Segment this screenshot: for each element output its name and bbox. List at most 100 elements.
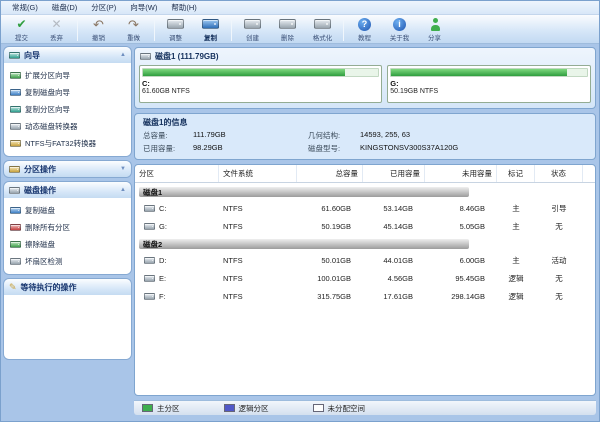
cell-free: 298.14GB [425, 292, 497, 301]
col-free[interactable]: 未用容量 [425, 165, 497, 182]
group-label: 磁盘1 [143, 187, 162, 198]
menu-wizard[interactable]: 向导(W) [123, 1, 164, 14]
cell-status: 活动 [535, 255, 583, 266]
discard-button[interactable]: ✕ 丢弃 [39, 17, 74, 43]
disk1-group-row[interactable]: 磁盘1 [135, 183, 595, 199]
drive-icon [144, 275, 155, 282]
drive-icon [10, 123, 21, 130]
table-row-g[interactable]: G: NTFS 50.19GB 45.14GB 5.05GB 主 无 [135, 217, 595, 235]
cell-used: 45.14GB [363, 222, 425, 231]
usage-bar [142, 68, 379, 77]
sidebar-item-copy-disk[interactable]: 复制磁盘 [7, 202, 128, 219]
redo-button[interactable]: ↷ 重做 [116, 17, 151, 43]
geometry-label: 几何结构: [308, 130, 360, 141]
col-used[interactable]: 已用容量 [363, 165, 425, 182]
col-total[interactable]: 总容量 [297, 165, 363, 182]
legend-label: 未分配空间 [328, 403, 366, 414]
delete-button[interactable]: 删除 [270, 17, 305, 43]
cell-status: 引导 [535, 203, 583, 214]
cell-fs: NTFS [219, 204, 297, 213]
menu-disk[interactable]: 磁盘(D) [45, 1, 84, 14]
table-row-e[interactable]: E: NTFS 100.01GB 4.56GB 95.45GB 逻辑 无 [135, 269, 595, 287]
copy-button[interactable]: 复制 [193, 17, 228, 43]
col-flag[interactable]: 标记 [497, 165, 535, 182]
drive-icon [314, 17, 331, 31]
sidebar-item-dynamic-disk-converter[interactable]: 动态磁盘转换器 [7, 118, 128, 135]
table-row-c[interactable]: C: NTFS 61.60GB 53.14GB 8.46GB 主 引导 [135, 199, 595, 217]
about-icon: i [393, 17, 406, 31]
menu-help[interactable]: 帮助(H) [164, 1, 203, 14]
cell-partition: G: [159, 222, 167, 231]
partition-block-g[interactable]: G: 50.19GB NTFS [387, 65, 591, 103]
chevron-up-icon[interactable]: ▲ [120, 187, 126, 193]
sidebar-item-label: 删除所有分区 [25, 222, 70, 233]
chevron-up-icon[interactable]: ▲ [120, 52, 126, 58]
about-button[interactable]: i 关于我 [382, 17, 417, 43]
sidebar-item-extend-partition-wizard[interactable]: 扩展分区向导 [7, 67, 128, 84]
app-window: 常规(G) 磁盘(D) 分区(P) 向导(W) 帮助(H) ✔ 提交 ✕ 丢弃 … [0, 0, 600, 422]
undo-label: 撤销 [92, 32, 105, 42]
menu-bar: 常规(G) 磁盘(D) 分区(P) 向导(W) 帮助(H) [1, 1, 599, 15]
discard-icon: ✕ [51, 17, 61, 31]
format-button[interactable]: 格式化 [305, 17, 340, 43]
partition-table: 分区 文件系统 总容量 已用容量 未用容量 标记 状态 磁盘1 C: NTFS … [134, 164, 596, 396]
table-row-f[interactable]: F: NTFS 315.75GB 17.61GB 298.14GB 逻辑 无 [135, 287, 595, 305]
section-partition-ops-header[interactable]: 分区操作 ▼ [4, 161, 131, 177]
drive-icon [10, 140, 21, 147]
section-title: 等待执行的操作 [21, 282, 77, 293]
cell-total: 315.75GB [297, 292, 363, 301]
cell-status: 无 [535, 273, 583, 284]
total-capacity-label: 总容量: [143, 130, 193, 141]
disk2-group-row[interactable]: 磁盘2 [135, 235, 595, 251]
drive-icon [144, 205, 155, 212]
menu-general[interactable]: 常规(G) [5, 1, 45, 14]
table-row-d[interactable]: D: NTFS 50.01GB 44.01GB 6.00GB 主 活动 [135, 251, 595, 269]
partition-letter: G: [390, 79, 588, 88]
drive-icon [10, 258, 21, 265]
undo-button[interactable]: ↶ 撤销 [81, 17, 116, 43]
disk1-header[interactable]: 磁盘1 (111.79GB) [139, 50, 591, 65]
cell-flag: 主 [497, 255, 535, 266]
resize-button[interactable]: 调整 [158, 17, 193, 43]
section-disk-ops-header[interactable]: 磁盘操作 ▲ [4, 182, 131, 198]
sidebar-item-copy-disk-wizard[interactable]: 复制磁盘向导 [7, 84, 128, 101]
sidebar-item-label: 擦除磁盘 [25, 239, 55, 250]
share-button[interactable]: 分享 [417, 17, 452, 43]
sidebar-item-ntfs-fat32-converter[interactable]: NTFS与FAT32转换器 [7, 135, 128, 152]
cell-status: 无 [535, 221, 583, 232]
sidebar-item-copy-partition-wizard[interactable]: 复制分区向导 [7, 101, 128, 118]
disk1-title: 磁盘1 (111.79GB) [155, 51, 219, 62]
table-header-row: 分区 文件系统 总容量 已用容量 未用容量 标记 状态 [135, 165, 595, 183]
sidebar-item-label: 复制磁盘 [25, 205, 55, 216]
col-filesystem[interactable]: 文件系统 [219, 165, 297, 182]
sidebar-item-delete-all-partitions[interactable]: 删除所有分区 [7, 219, 128, 236]
sidebar-item-bad-sector-test[interactable]: 坏扇区检测 [7, 253, 128, 270]
drive-blue-icon [202, 17, 219, 31]
create-label: 创建 [246, 32, 259, 42]
section-pending-ops-header[interactable]: ✎ 等待执行的操作 [4, 279, 131, 295]
cell-free: 95.45GB [425, 274, 497, 283]
menu-partition[interactable]: 分区(P) [84, 1, 123, 14]
usage-bar [390, 68, 588, 77]
sidebar-item-label: 坏扇区检测 [25, 256, 63, 267]
help-icon: ? [358, 17, 371, 31]
sidebar-item-wipe-disk[interactable]: 擦除磁盘 [7, 236, 128, 253]
commit-label: 提交 [15, 32, 28, 42]
section-wizards: 向导 ▲ 扩展分区向导 复制磁盘向导 复制分区向导 [4, 47, 131, 156]
section-wizards-header[interactable]: 向导 ▲ [4, 47, 131, 63]
create-button[interactable]: 创建 [235, 17, 270, 43]
sidebar-item-label: 动态磁盘转换器 [25, 121, 78, 132]
commit-button[interactable]: ✔ 提交 [4, 17, 39, 43]
col-partition[interactable]: 分区 [135, 165, 219, 182]
partition-block-c[interactable]: C: 61.60GB NTFS [139, 65, 382, 103]
col-status[interactable]: 状态 [535, 165, 583, 182]
section-title: 向导 [24, 50, 40, 61]
unallocated-swatch [313, 404, 324, 412]
legend-label: 逻辑分区 [239, 403, 269, 414]
tutorial-button[interactable]: ? 教程 [347, 17, 382, 43]
primary-swatch [142, 404, 153, 412]
legend-logical: 逻辑分区 [224, 403, 269, 414]
cell-used: 17.61GB [363, 292, 425, 301]
drive-icon [10, 207, 21, 214]
chevron-down-icon[interactable]: ▼ [120, 166, 126, 172]
